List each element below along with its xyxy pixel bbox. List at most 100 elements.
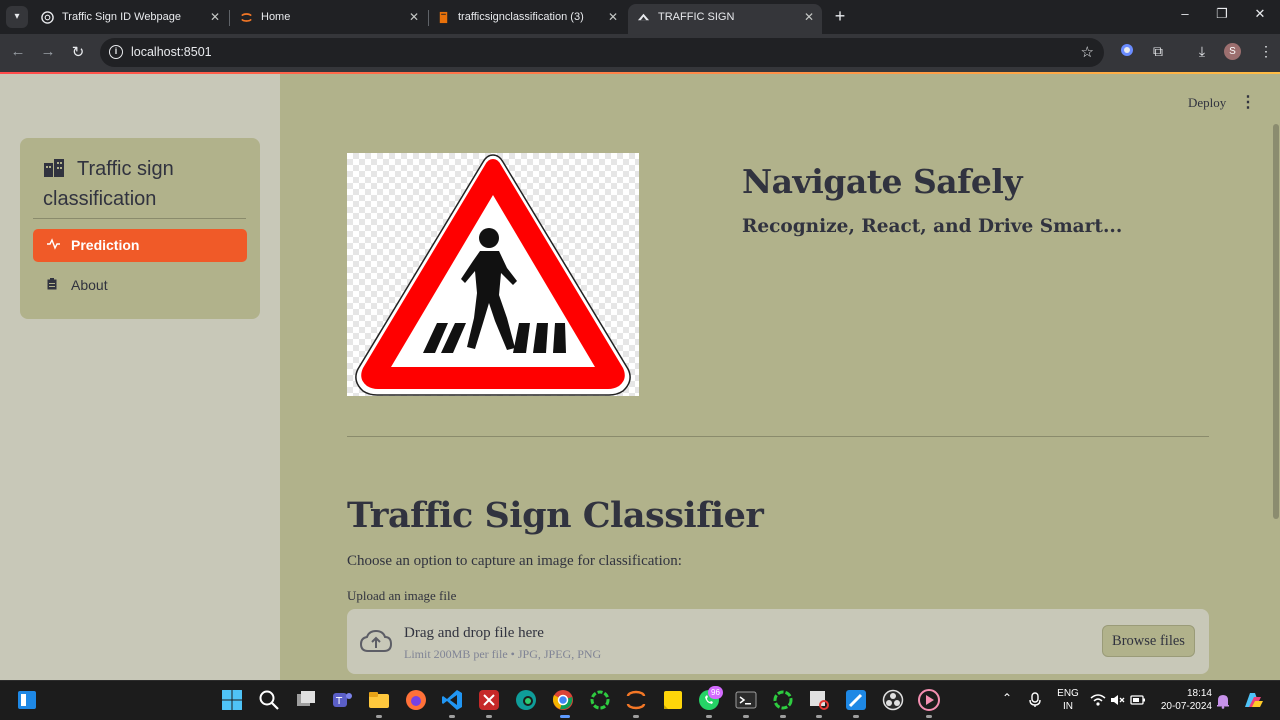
tab-traffic-sign-identification[interactable]: TRAFFIC SIGN IDENTIFICATION ✕ (628, 4, 822, 49)
running-indicator (780, 715, 786, 718)
instructions-text: Choose an option to capture an image for… (347, 553, 682, 569)
widgets-icon[interactable] (17, 690, 37, 710)
menu-divider (33, 218, 246, 219)
sidebar: Traffic sign classification Prediction A… (0, 74, 280, 680)
close-icon[interactable]: ✕ (409, 4, 419, 30)
jupyter-app-icon[interactable] (625, 689, 647, 711)
battery-icon[interactable] (1130, 693, 1146, 707)
sidebar-item-prediction[interactable]: Prediction (33, 229, 247, 262)
region-code: IN (1063, 701, 1073, 712)
clock-date: 20-07-2024 (1160, 701, 1212, 712)
snipping-tool-icon[interactable] (808, 689, 830, 711)
extension-assistant-icon[interactable] (1118, 43, 1136, 60)
running-indicator (853, 715, 859, 718)
chevron-up-icon[interactable]: ⌃ (1002, 691, 1012, 705)
running-indicator (449, 715, 455, 718)
sidebar-item-about[interactable]: About (33, 269, 247, 302)
notification-bell-icon[interactable] (1216, 693, 1230, 709)
url-text: localhost:8501 (131, 45, 212, 59)
running-indicator (816, 715, 822, 718)
chrome-icon[interactable] (552, 689, 574, 711)
browser-toolbar: ← → ↻ i localhost:8501 ☆ ⧉ ⤓ S ⋮ (0, 34, 1280, 72)
hero-image (347, 153, 639, 396)
dropzone-instructions: Drag and drop file here (404, 625, 544, 641)
hero-subtitle: Recognize, React, and Drive Smart... (742, 216, 1123, 237)
speaker-muted-icon[interactable] (1110, 693, 1126, 707)
pedestrian-crossing-sign-icon (355, 154, 631, 396)
downloads-icon[interactable]: ⤓ (1193, 43, 1211, 60)
forward-button[interactable]: → (38, 43, 58, 60)
running-indicator (633, 715, 639, 718)
system-clock[interactable]: 18:14 20-07-2024 (1158, 687, 1212, 713)
svg-text:T: T (335, 696, 343, 707)
scrollbar[interactable] (1273, 124, 1279, 519)
tab-title: Traffic Sign ID Webpage (62, 11, 182, 23)
browse-files-button[interactable]: Browse files (1102, 625, 1195, 657)
task-view-icon[interactable] (295, 689, 317, 711)
sync-app-icon[interactable] (772, 689, 794, 711)
address-bar[interactable]: i localhost:8501 ☆ (100, 38, 1104, 67)
option-menu: Traffic sign classification Prediction A… (20, 138, 260, 319)
running-indicator (926, 715, 932, 718)
maximize-button[interactable]: ❐ (1212, 6, 1232, 22)
wifi-icon[interactable] (1090, 693, 1106, 707)
media-player-icon[interactable] (918, 689, 940, 711)
teams-icon[interactable]: T (331, 689, 353, 711)
tab-search-button[interactable]: ▾ (6, 6, 28, 28)
close-icon[interactable]: ✕ (210, 4, 220, 30)
tab-title: trafficsignclassification (3) (458, 11, 584, 23)
tab-trafficsignclassification[interactable]: trafficsignclassification (3) ✕ (428, 4, 626, 34)
dropzone-limit: Limit 200MB per file • JPG, JPEG, PNG (404, 647, 602, 661)
notebook-icon (439, 11, 448, 24)
paint-app-icon[interactable] (845, 689, 867, 711)
language-indicator[interactable]: ENG IN (1057, 687, 1079, 713)
search-icon[interactable] (258, 689, 280, 711)
terminal-icon[interactable] (735, 689, 757, 711)
close-icon[interactable]: ✕ (608, 4, 618, 30)
reload-button[interactable]: ↻ (68, 43, 88, 61)
openai-icon (41, 11, 54, 24)
file-dropzone[interactable]: Drag and drop file here Limit 200MB per … (347, 609, 1209, 674)
windows-taskbar: T 96 ⌃ ENG IN 18:14 20-07-2024 (0, 680, 1280, 720)
bookmark-star-icon[interactable]: ☆ (1081, 43, 1094, 61)
file-explorer-icon[interactable] (368, 689, 390, 711)
close-icon[interactable]: ✕ (804, 4, 814, 30)
copilot-icon[interactable] (1242, 689, 1264, 711)
sticky-notes-icon[interactable] (662, 689, 684, 711)
tab-home[interactable]: Home ✕ (231, 4, 427, 34)
deploy-button[interactable]: Deploy (1188, 95, 1226, 111)
active-indicator (560, 715, 570, 718)
obs-icon[interactable] (882, 689, 904, 711)
running-indicator (743, 715, 749, 718)
profile-avatar[interactable]: S (1224, 43, 1241, 60)
hero-title: Navigate Safely (742, 162, 1023, 201)
new-tab-button[interactable]: + (830, 6, 850, 26)
jupyter-icon (241, 13, 252, 22)
firefox-icon[interactable] (405, 689, 427, 711)
vscode-icon[interactable] (441, 689, 463, 711)
running-indicator (486, 715, 492, 718)
refresh-app-icon[interactable] (589, 689, 611, 711)
microphone-icon[interactable] (1028, 692, 1042, 708)
sidebar-item-label: Prediction (71, 237, 140, 253)
page-title: Traffic Sign Classifier (347, 495, 764, 536)
app-main: Traffic sign classification Prediction A… (0, 74, 1280, 680)
running-indicator (376, 715, 382, 718)
back-button[interactable]: ← (8, 43, 28, 60)
chrome-menu-icon[interactable]: ⋮ (1257, 43, 1275, 60)
edge-icon[interactable] (515, 689, 537, 711)
browser-tab-strip: ▾ Traffic Sign ID Webpage ✕ Home ✕ traff… (0, 0, 1280, 49)
tool-app-icon[interactable] (478, 689, 500, 711)
tab-traffic-sign-id-webpage[interactable]: Traffic Sign ID Webpage ✕ (32, 4, 228, 34)
notification-badge: 96 (708, 686, 723, 699)
site-info-icon[interactable]: i (109, 45, 123, 59)
main-menu-icon[interactable]: ⋮ (1240, 92, 1256, 112)
window-close-button[interactable]: ✕ (1250, 6, 1270, 22)
menu-title: Traffic sign classification (43, 154, 243, 214)
extensions-icon[interactable]: ⧉ (1149, 43, 1167, 60)
minimize-button[interactable]: – (1175, 6, 1195, 21)
language-code: ENG (1057, 688, 1079, 699)
windows-start-icon[interactable] (221, 689, 243, 711)
streamlit-icon (637, 13, 650, 21)
clipboard-icon (47, 269, 57, 302)
